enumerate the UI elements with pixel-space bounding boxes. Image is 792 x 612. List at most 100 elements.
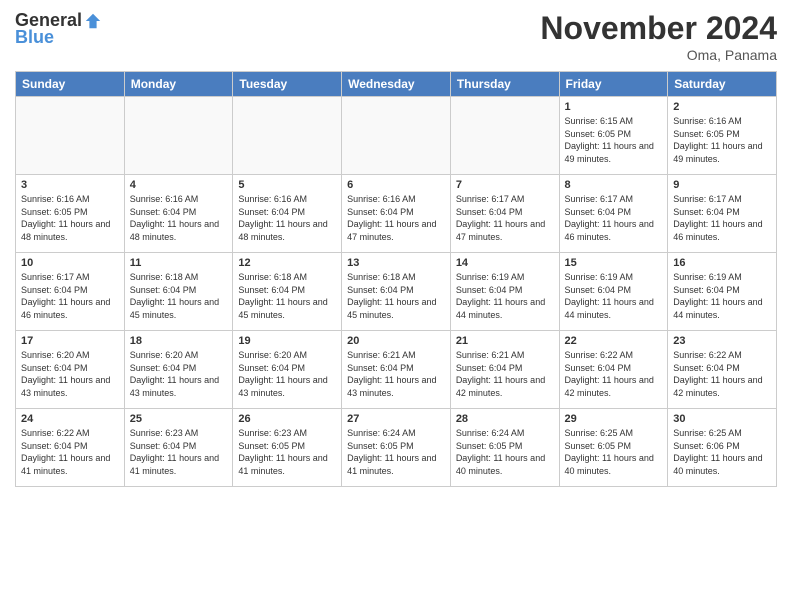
calendar-cell: 22 Sunrise: 6:22 AM Sunset: 6:04 PM Dayli… — [559, 331, 668, 409]
day-info: Sunrise: 6:19 AM Sunset: 6:04 PM Dayligh… — [565, 271, 663, 321]
calendar-cell: 1Sunrise: 6:15 AM Sunset: 6:05 PM Daylig… — [559, 97, 668, 175]
calendar-header-row: Sunday Monday Tuesday Wednesday Thursday… — [16, 72, 777, 97]
col-monday: Monday — [124, 72, 233, 97]
day-info: Sunrise: 6:17 AM Sunset: 6:04 PM Dayligh… — [565, 193, 663, 243]
calendar-cell: 7Sunrise: 6:17 AM Sunset: 6:04 PM Daylig… — [450, 175, 559, 253]
day-number: 13 — [347, 257, 445, 269]
calendar-cell: 27Sunrise: 6:24 AM Sunset: 6:05 PM Dayli… — [342, 409, 451, 487]
day-number: 24 — [21, 413, 119, 425]
day-info: Sunrise: 6:16 AM Sunset: 6:04 PM Dayligh… — [238, 193, 336, 243]
calendar-cell: 21Sunrise: 6:21 AM Sunset: 6:04 PM Dayli… — [450, 331, 559, 409]
day-info: Sunrise: 6:16 AM Sunset: 6:05 PM Dayligh… — [673, 115, 771, 165]
day-number: 25 — [130, 413, 228, 425]
day-number: 15 — [565, 257, 663, 269]
calendar-cell: 24 Sunrise: 6:22 AM Sunset: 6:04 PM Dayli… — [16, 409, 125, 487]
calendar-cell: 25 Sunrise: 6:23 AM Sunset: 6:04 PM Dayli… — [124, 409, 233, 487]
day-info: Sunrise: 6:24 AM Sunset: 6:05 PM Dayligh… — [456, 427, 554, 477]
day-info: Sunrise: 6:22 AM Sunset: 6:04 PM Dayligh… — [565, 349, 663, 399]
day-info: Sunrise: 6:22 AM Sunset: 6:04 PM Dayligh… — [21, 427, 119, 477]
day-number: 29 — [565, 413, 663, 425]
calendar-cell: 17 Sunrise: 6:20 AM Sunset: 6:04 PM Dayli… — [16, 331, 125, 409]
calendar-table: Sunday Monday Tuesday Wednesday Thursday… — [15, 71, 777, 487]
calendar-cell — [124, 97, 233, 175]
day-info: Sunrise: 6:20 AM Sunset: 6:04 PM Dayligh… — [21, 349, 119, 399]
day-info: Sunrise: 6:16 AM Sunset: 6:04 PM Dayligh… — [347, 193, 445, 243]
day-number: 26 — [238, 413, 336, 425]
calendar-week-row: 17 Sunrise: 6:20 AM Sunset: 6:04 PM Dayli… — [16, 331, 777, 409]
calendar-cell — [233, 97, 342, 175]
day-info: Sunrise: 6:18 AM Sunset: 6:04 PM Dayligh… — [130, 271, 228, 321]
day-info: Sunrise: 6:17 AM Sunset: 6:04 PM Dayligh… — [673, 193, 771, 243]
day-info: Sunrise: 6:20 AM Sunset: 6:04 PM Dayligh… — [238, 349, 336, 399]
day-number: 5 — [238, 179, 336, 191]
day-number: 2 — [673, 101, 771, 113]
day-number: 17 — [21, 335, 119, 347]
header: General Blue November 2024 Oma, Panama — [15, 10, 777, 63]
day-info: Sunrise: 6:18 AM Sunset: 6:04 PM Dayligh… — [347, 271, 445, 321]
calendar-cell: 16Sunrise: 6:19 AM Sunset: 6:04 PM Dayli… — [668, 253, 777, 331]
calendar-cell: 20 Sunrise: 6:21 AM Sunset: 6:04 PM Dayli… — [342, 331, 451, 409]
calendar-cell: 19 Sunrise: 6:20 AM Sunset: 6:04 PM Dayli… — [233, 331, 342, 409]
calendar-cell: 23 Sunrise: 6:22 AM Sunset: 6:04 PM Dayli… — [668, 331, 777, 409]
calendar-cell: 6 Sunrise: 6:16 AM Sunset: 6:04 PM Daylig… — [342, 175, 451, 253]
day-number: 4 — [130, 179, 228, 191]
day-number: 11 — [130, 257, 228, 269]
calendar-cell: 2 Sunrise: 6:16 AM Sunset: 6:05 PM Daylig… — [668, 97, 777, 175]
calendar-cell — [342, 97, 451, 175]
calendar-cell: 9 Sunrise: 6:17 AM Sunset: 6:04 PM Daylig… — [668, 175, 777, 253]
logo: General Blue — [15, 10, 102, 48]
calendar-cell: 15 Sunrise: 6:19 AM Sunset: 6:04 PM Dayli… — [559, 253, 668, 331]
calendar-cell — [16, 97, 125, 175]
col-wednesday: Wednesday — [342, 72, 451, 97]
month-title: November 2024 — [540, 10, 777, 47]
location: Oma, Panama — [540, 47, 777, 63]
calendar-week-row: 3Sunrise: 6:16 AM Sunset: 6:05 PM Daylig… — [16, 175, 777, 253]
day-number: 21 — [456, 335, 554, 347]
day-number: 28 — [456, 413, 554, 425]
calendar-cell: 3Sunrise: 6:16 AM Sunset: 6:05 PM Daylig… — [16, 175, 125, 253]
day-number: 19 — [238, 335, 336, 347]
calendar-week-row: 24 Sunrise: 6:22 AM Sunset: 6:04 PM Dayli… — [16, 409, 777, 487]
calendar-cell: 10 Sunrise: 6:17 AM Sunset: 6:04 PM Dayli… — [16, 253, 125, 331]
day-info: Sunrise: 6:17 AM Sunset: 6:04 PM Dayligh… — [21, 271, 119, 321]
day-info: Sunrise: 6:22 AM Sunset: 6:04 PM Dayligh… — [673, 349, 771, 399]
day-info: Sunrise: 6:16 AM Sunset: 6:04 PM Dayligh… — [130, 193, 228, 243]
day-info: Sunrise: 6:18 AM Sunset: 6:04 PM Dayligh… — [238, 271, 336, 321]
day-info: Sunrise: 6:19 AM Sunset: 6:04 PM Dayligh… — [456, 271, 554, 321]
calendar-cell: 13 Sunrise: 6:18 AM Sunset: 6:04 PM Dayli… — [342, 253, 451, 331]
day-info: Sunrise: 6:23 AM Sunset: 6:05 PM Dayligh… — [238, 427, 336, 477]
day-info: Sunrise: 6:23 AM Sunset: 6:04 PM Dayligh… — [130, 427, 228, 477]
day-info: Sunrise: 6:16 AM Sunset: 6:05 PM Dayligh… — [21, 193, 119, 243]
calendar-cell — [450, 97, 559, 175]
logo-blue-text: Blue — [15, 27, 54, 48]
calendar-cell: 12 Sunrise: 6:18 AM Sunset: 6:04 PM Dayli… — [233, 253, 342, 331]
title-area: November 2024 Oma, Panama — [540, 10, 777, 63]
day-number: 30 — [673, 413, 771, 425]
col-thursday: Thursday — [450, 72, 559, 97]
calendar-week-row: 10 Sunrise: 6:17 AM Sunset: 6:04 PM Dayli… — [16, 253, 777, 331]
calendar-cell: 5 Sunrise: 6:16 AM Sunset: 6:04 PM Daylig… — [233, 175, 342, 253]
calendar-cell: 14 Sunrise: 6:19 AM Sunset: 6:04 PM Dayli… — [450, 253, 559, 331]
day-number: 20 — [347, 335, 445, 347]
day-number: 10 — [21, 257, 119, 269]
day-number: 18 — [130, 335, 228, 347]
calendar-cell: 8Sunrise: 6:17 AM Sunset: 6:04 PM Daylig… — [559, 175, 668, 253]
logo-icon — [84, 12, 102, 30]
day-number: 6 — [347, 179, 445, 191]
day-number: 9 — [673, 179, 771, 191]
day-info: Sunrise: 6:21 AM Sunset: 6:04 PM Dayligh… — [347, 349, 445, 399]
day-number: 22 — [565, 335, 663, 347]
day-number: 14 — [456, 257, 554, 269]
day-info: Sunrise: 6:25 AM Sunset: 6:06 PM Dayligh… — [673, 427, 771, 477]
day-info: Sunrise: 6:17 AM Sunset: 6:04 PM Dayligh… — [456, 193, 554, 243]
calendar-cell: 29 Sunrise: 6:25 AM Sunset: 6:05 PM Dayli… — [559, 409, 668, 487]
day-number: 1 — [565, 101, 663, 113]
day-number: 23 — [673, 335, 771, 347]
calendar-cell: 18Sunrise: 6:20 AM Sunset: 6:04 PM Dayli… — [124, 331, 233, 409]
day-number: 12 — [238, 257, 336, 269]
col-saturday: Saturday — [668, 72, 777, 97]
col-tuesday: Tuesday — [233, 72, 342, 97]
col-sunday: Sunday — [16, 72, 125, 97]
day-info: Sunrise: 6:25 AM Sunset: 6:05 PM Dayligh… — [565, 427, 663, 477]
day-info: Sunrise: 6:19 AM Sunset: 6:04 PM Dayligh… — [673, 271, 771, 321]
